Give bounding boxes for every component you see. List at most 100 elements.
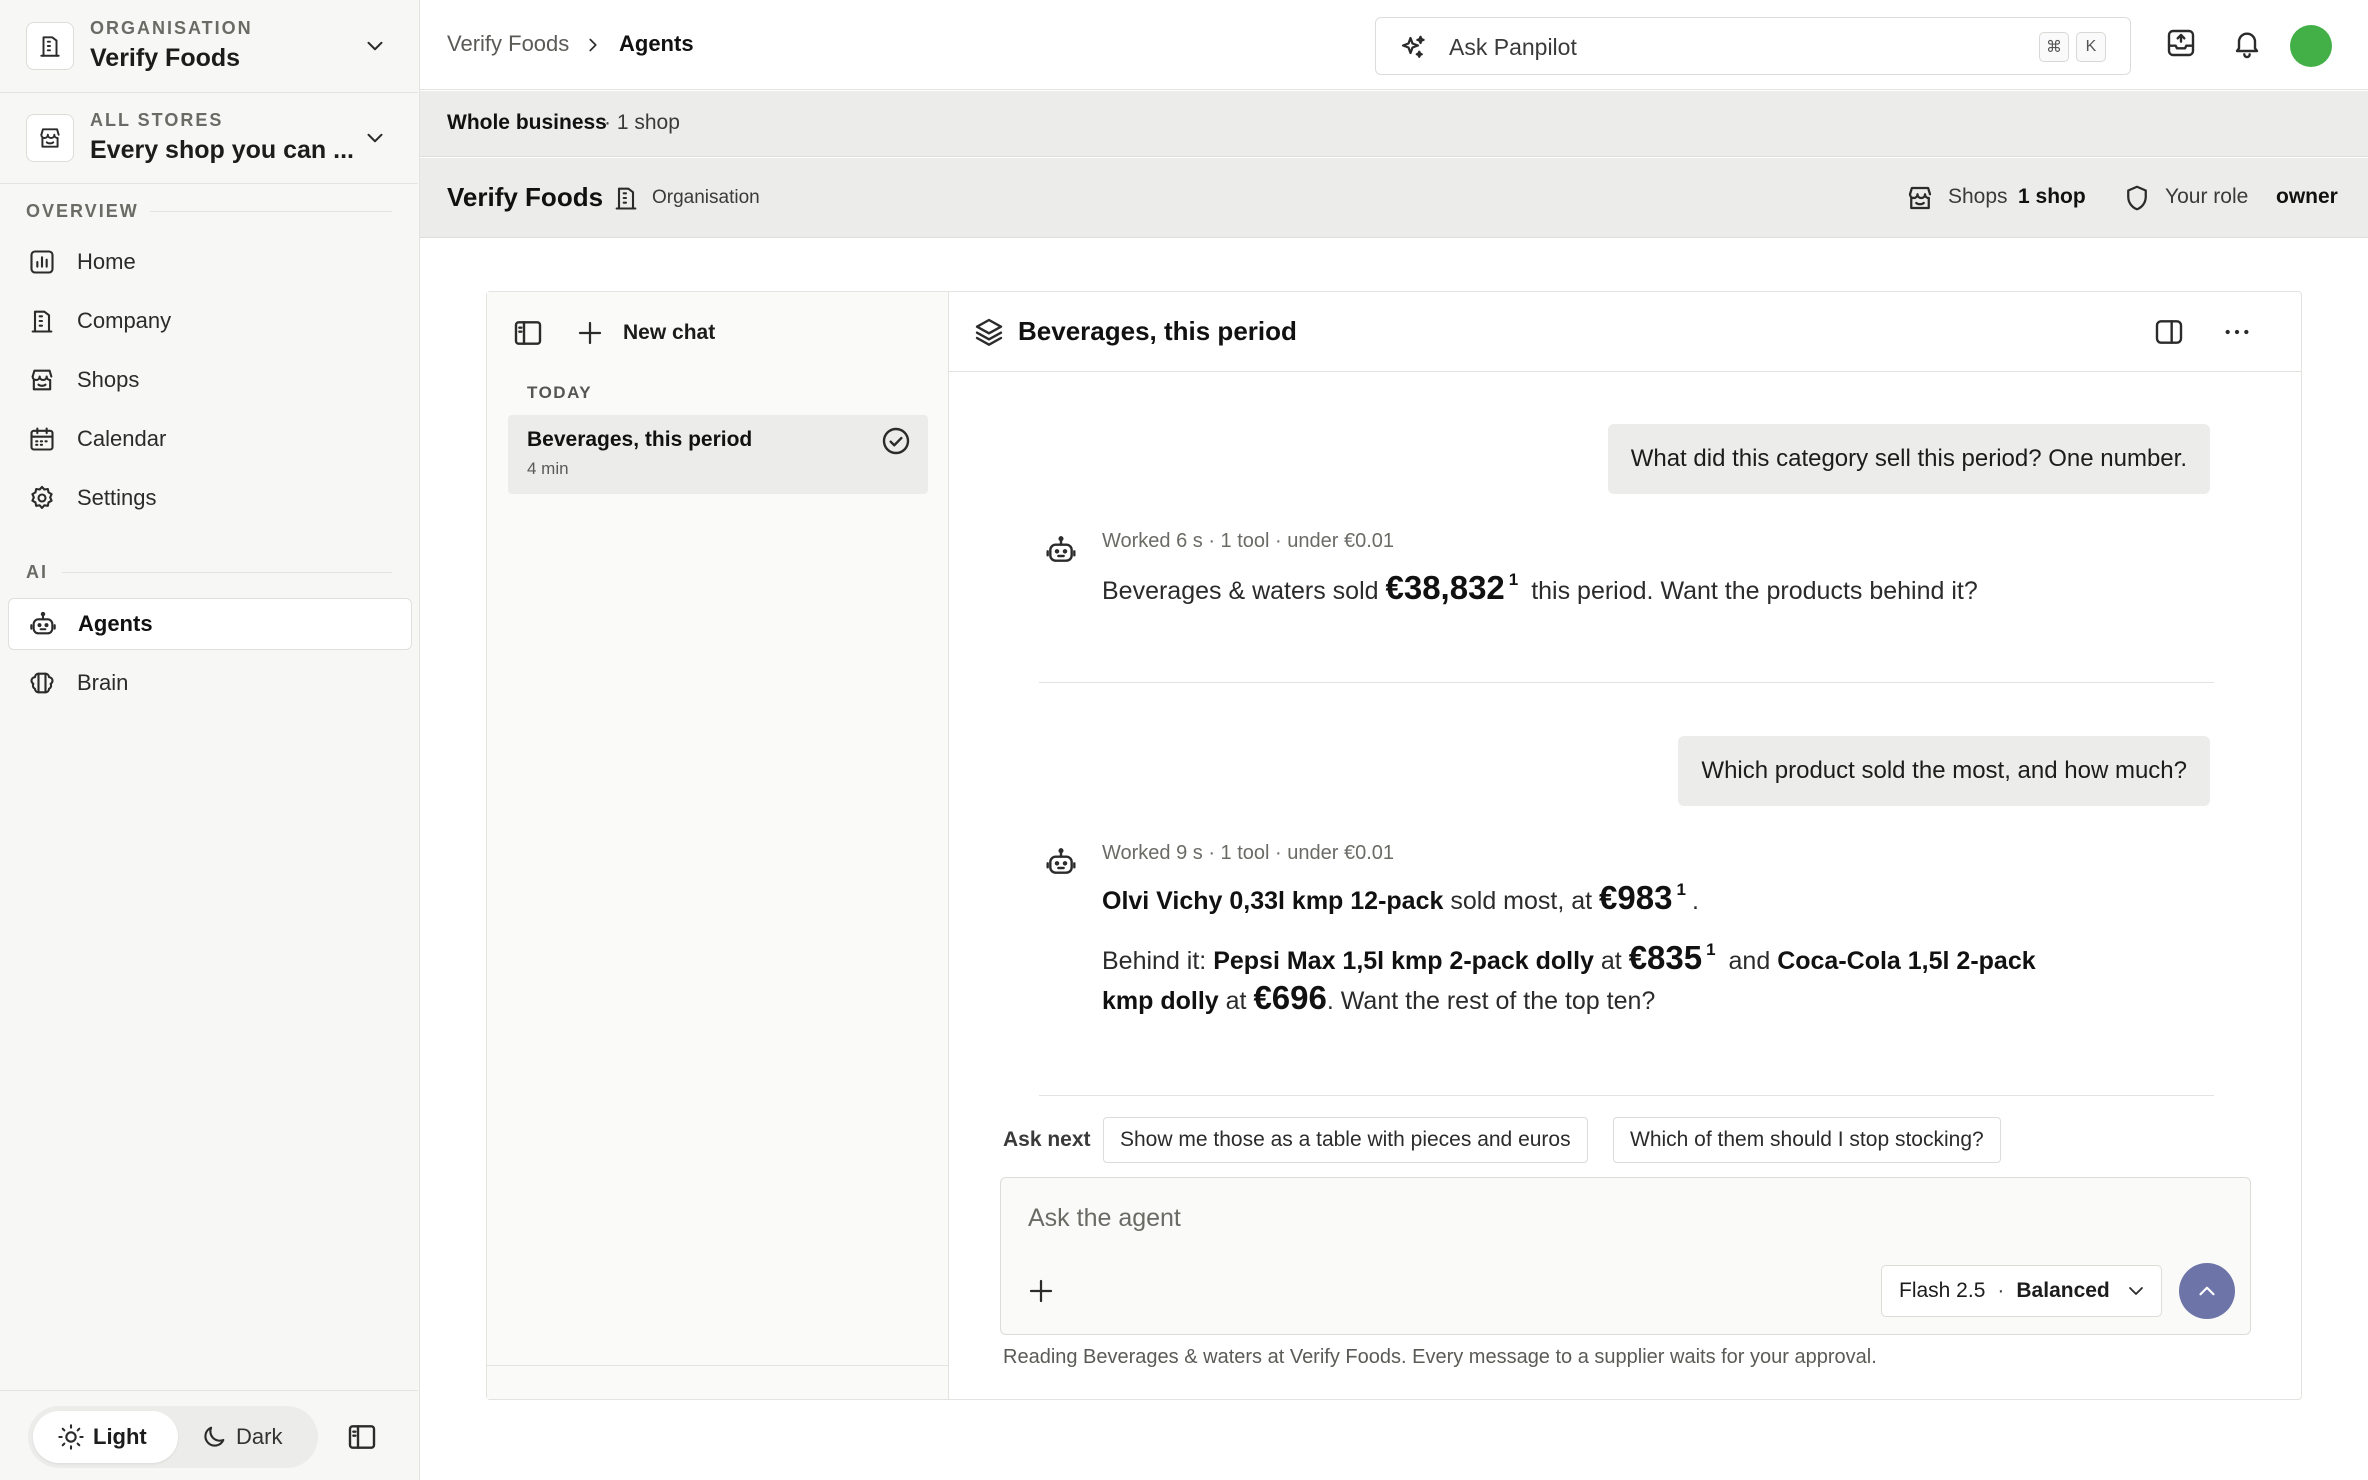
robot-icon <box>30 611 56 635</box>
overview-section-label: OVERVIEW <box>26 201 139 221</box>
send-button[interactable] <box>2179 1263 2235 1319</box>
building-icon <box>31 310 53 333</box>
sidebar-item-label: Brain <box>77 670 129 695</box>
robot-icon <box>1046 848 1076 874</box>
message-divider <box>1039 1095 2214 1096</box>
shortcut-key: ⌘ <box>2039 32 2069 62</box>
separator-dot: · <box>1997 1279 2005 1302</box>
answer-value: €38,832 <box>1385 569 1505 606</box>
more-options-icon[interactable] <box>2221 316 2253 348</box>
citation-marker[interactable]: 1 <box>1706 940 1715 959</box>
product-name: Coca-Cola 1,5l 2-pack <box>1777 947 2036 975</box>
divider <box>0 1390 418 1391</box>
divider <box>487 1365 948 1366</box>
search-label: Ask Panpilot <box>1449 34 1577 60</box>
suggestion-chip[interactable]: Which of them should I stop stocking? <box>1613 1117 2001 1163</box>
answer-text: at <box>1225 987 1247 1015</box>
breadcrumb-organisation[interactable]: Verify Foods <box>447 31 569 57</box>
organisation-type: Organisation <box>652 187 760 208</box>
agent-answer: Beverages & waters sold €38,832 1 this pe… <box>1102 568 1978 614</box>
answer-text: at <box>1600 947 1622 975</box>
composer-input[interactable]: Ask the agent <box>1028 1204 1181 1233</box>
user-message: What did this category sell this period?… <box>1607 424 2210 494</box>
theme-dark-option[interactable]: Dark <box>178 1411 313 1463</box>
sidebar-item-brain[interactable]: Brain <box>8 657 412 709</box>
chat-history: New chat TODAY Beverages, this period 4 … <box>487 292 949 1399</box>
organisation-switcher[interactable]: ORGANISATION Verify Foods <box>0 6 418 86</box>
organisation-header: Verify Foods Organisation Shops 1 shop Y… <box>420 158 2368 238</box>
theme-light-label: Light <box>93 1424 147 1449</box>
model-mode: Balanced <box>2016 1279 2110 1302</box>
building-icon <box>26 22 74 70</box>
user-avatar[interactable] <box>2290 25 2332 67</box>
theme-dark-label: Dark <box>236 1424 283 1449</box>
bell-icon[interactable] <box>2231 27 2263 59</box>
sidebar-item-settings[interactable]: Settings <box>8 472 412 524</box>
model-select[interactable]: Flash 2.5 · Balanced <box>1881 1265 2162 1317</box>
chevron-right-icon <box>589 38 597 52</box>
organisation-title: Verify Foods <box>447 182 604 212</box>
answer-text: this period. Want the products behind it… <box>1531 577 1978 605</box>
history-item[interactable]: Beverages, this period 4 min <box>508 415 928 494</box>
store-switcher[interactable]: ALL STORES Every shop you can ... <box>0 98 418 178</box>
citation-marker[interactable]: 1 <box>1509 570 1518 589</box>
ai-section-label: AI <box>26 562 48 582</box>
shops-label: Shops <box>1948 185 2008 208</box>
shield-icon <box>2127 185 2147 211</box>
conversation-header: Beverages, this period <box>949 292 2301 372</box>
side-panel-icon[interactable] <box>2153 316 2185 348</box>
section-divider <box>62 572 392 573</box>
plus-icon[interactable] <box>1026 1276 1056 1306</box>
store-icon <box>31 369 53 391</box>
sun-icon <box>58 1424 84 1450</box>
sidebar-item-label: Agents <box>78 611 153 636</box>
product-name: kmp dolly <box>1102 987 1219 1015</box>
building-icon <box>615 187 637 210</box>
message-composer: Ask the agent Flash 2.5 · Balanced <box>1000 1177 2251 1335</box>
plus-icon <box>578 321 602 345</box>
answer-text: . <box>1691 887 1699 915</box>
scope-bar: Whole business · 1 shop <box>420 91 2368 157</box>
ask-panpilot-search[interactable]: Ask Panpilot ⌘ K <box>1375 17 2131 75</box>
new-chat-button[interactable]: New chat <box>575 313 715 353</box>
answer-text: and <box>1728 947 1771 975</box>
moon-icon <box>204 1426 225 1447</box>
sidebar-item-calendar[interactable]: Calendar <box>8 413 412 465</box>
sidebar-item-company[interactable]: Company <box>8 295 412 347</box>
sidebar-item-label: Shops <box>77 367 140 392</box>
sidebar-toggle-icon[interactable] <box>346 1421 378 1453</box>
chevron-down-icon <box>367 133 383 143</box>
sidebar-item-shops[interactable]: Shops <box>8 354 412 406</box>
inbox-upload-icon[interactable] <box>2165 27 2197 59</box>
conversation-title: Beverages, this period <box>1018 316 1297 346</box>
organisation-label: ORGANISATION <box>90 18 253 38</box>
sidebar-item-label: Home <box>77 249 136 274</box>
citation-marker[interactable]: 1 <box>1676 880 1685 899</box>
brain-icon <box>30 672 54 694</box>
sidebar-item-agents[interactable]: Agents <box>8 598 412 650</box>
agent-answer-line: kmp dolly at €696. Want the rest of the … <box>1102 978 1655 1021</box>
answer-value: €696 <box>1253 979 1327 1016</box>
history-item-age: 4 min <box>527 459 569 478</box>
product-name: Pepsi Max 1,5l kmp 2-pack dolly <box>1213 947 1594 975</box>
calendar-icon <box>30 427 54 451</box>
divider <box>0 183 418 184</box>
context-note: Reading Beverages & waters at Verify Foo… <box>1003 1346 1877 1368</box>
ask-next-label: Ask next <box>1003 1128 1091 1151</box>
sidebar-item-label: Settings <box>77 485 157 510</box>
suggestion-text: Show me those as a table with pieces and… <box>1120 1128 1571 1151</box>
theme-light-option[interactable]: Light <box>33 1411 178 1463</box>
model-name: Flash 2.5 <box>1899 1279 1986 1302</box>
sidebar-item-label: Calendar <box>77 426 167 451</box>
role-value: owner <box>2276 185 2338 208</box>
suggestion-chip[interactable]: Show me those as a table with pieces and… <box>1103 1117 1588 1163</box>
answer-value: €983 <box>1599 879 1673 916</box>
store-icon <box>26 114 74 162</box>
sidebar-toggle-icon[interactable] <box>512 317 544 349</box>
answer-text: Beverages & waters sold <box>1102 577 1379 605</box>
layers-icon <box>975 318 1003 346</box>
suggestion-text: Which of them should I stop stocking? <box>1630 1128 1984 1151</box>
sidebar-item-home[interactable]: Home <box>8 236 412 288</box>
history-section-label: TODAY <box>527 383 593 402</box>
agent-run-meta: Worked 9 s · 1 tool · under €0.01 <box>1102 842 1395 864</box>
